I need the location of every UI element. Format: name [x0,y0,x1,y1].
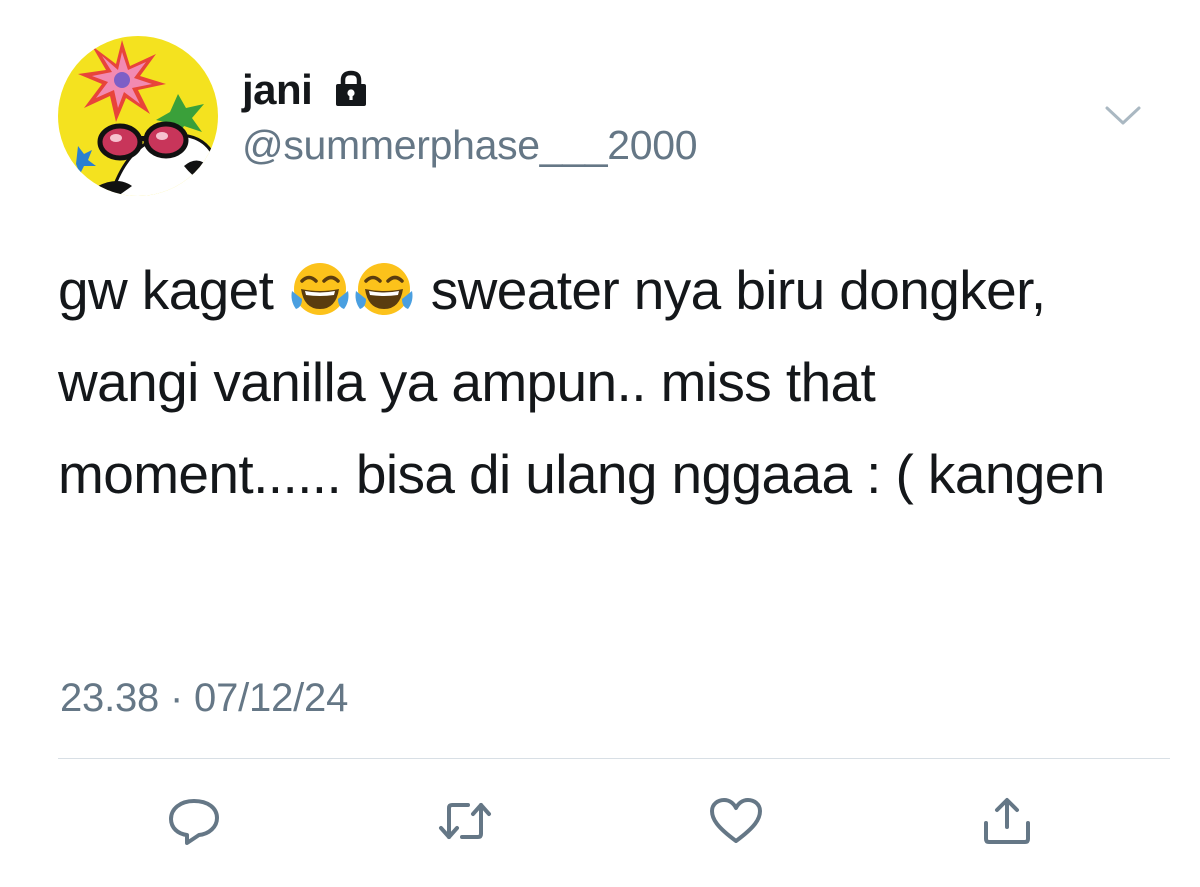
chevron-down-icon[interactable] [1104,103,1142,129]
retweet-button[interactable] [436,795,494,847]
tweet-text: gw kaget sweater nya biru dongker, wangi… [58,244,1168,520]
tweet-card: jani @summerphase___2000 gw kaget sweate… [0,0,1200,887]
username-handle[interactable]: @summerphase___2000 [242,119,698,171]
reply-button[interactable] [165,795,223,847]
heart-icon [710,798,762,843]
display-name[interactable]: jani [242,64,313,116]
share-icon [984,798,1030,844]
reply-icon [169,799,219,845]
like-button[interactable] [707,795,765,847]
avatar[interactable] [58,36,218,196]
lock-icon [336,70,366,106]
divider [58,758,1170,759]
face-with-tears-of-joy-icon [288,257,352,321]
retweet-icon [439,803,491,839]
share-button[interactable] [978,795,1036,847]
tweet-text-part: gw kaget [58,259,289,321]
timestamp[interactable]: 23.38 · 07/12/24 [60,673,348,723]
face-with-tears-of-joy-icon [352,257,416,321]
